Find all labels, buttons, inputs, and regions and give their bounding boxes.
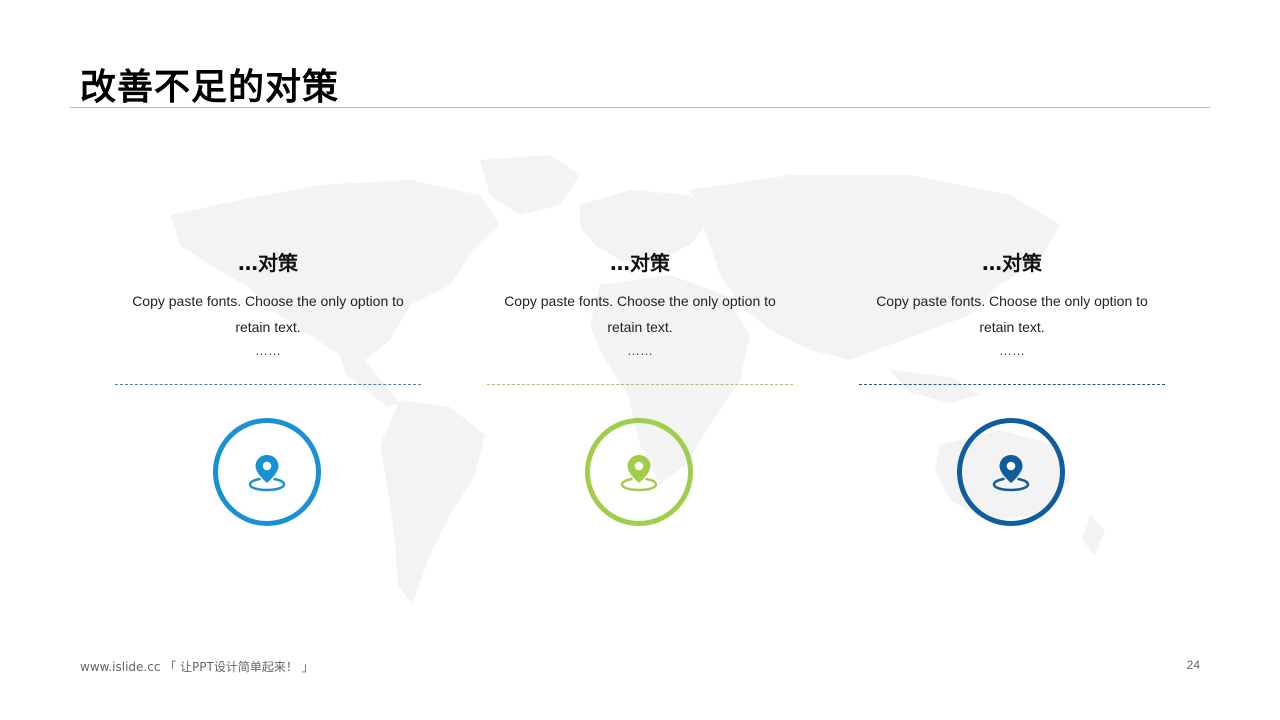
title-divider	[70, 107, 1210, 108]
location-pin-icon	[248, 455, 286, 492]
footer-brand: www.islide.cc 「 让PPT设计简单起来！ 」	[80, 660, 314, 674]
card-divider-1	[115, 384, 421, 385]
strategy-card-1: …对策 Copy paste fonts. Choose the only op…	[115, 248, 421, 360]
strategy-card-2: …对策 Copy paste fonts. Choose the only op…	[487, 248, 793, 360]
icon-circle-1	[213, 418, 321, 526]
card-heading: …对策	[610, 251, 670, 275]
location-pin-icon	[620, 455, 658, 492]
card-body-text: Copy paste fonts. Choose the only option…	[132, 293, 404, 335]
card-ellipsis: ……	[627, 343, 653, 358]
card-heading: …对策	[982, 251, 1042, 275]
card-body-text: Copy paste fonts. Choose the only option…	[876, 293, 1148, 335]
strategy-card-3: …对策 Copy paste fonts. Choose the only op…	[859, 248, 1165, 360]
world-map-background	[170, 155, 1105, 605]
location-pin-icon	[992, 455, 1030, 492]
page-number: 24	[1186, 658, 1200, 672]
icon-circle-2	[585, 418, 693, 526]
card-body-text: Copy paste fonts. Choose the only option…	[504, 293, 776, 335]
slide-title: 改善不足的对策	[80, 67, 340, 108]
card-ellipsis: ……	[999, 343, 1025, 358]
card-divider-2	[487, 384, 793, 385]
icon-circle-3	[957, 418, 1065, 526]
card-ellipsis: ……	[255, 343, 281, 358]
card-divider-3	[859, 384, 1165, 385]
card-heading: …对策	[238, 251, 298, 275]
